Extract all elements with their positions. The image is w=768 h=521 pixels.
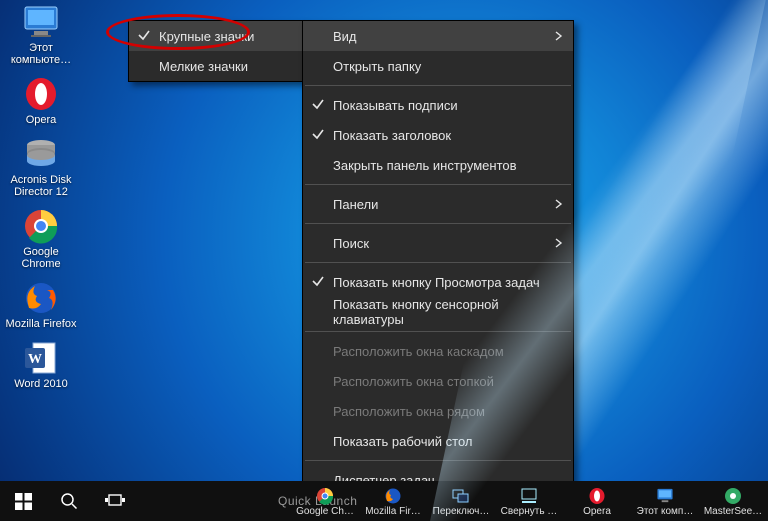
menu-item: Расположить окна рядом [303, 396, 573, 426]
menu-item-label: Закрыть панель инструментов [333, 158, 517, 173]
pc-icon [21, 2, 61, 42]
label: Word 2010 [14, 378, 68, 390]
menu-separator [305, 262, 571, 263]
menu-separator [305, 460, 571, 461]
label: Mozilla Firefox [6, 318, 77, 330]
word-icon: W [21, 338, 61, 378]
menu-item[interactable]: Показывать подписи [303, 90, 573, 120]
check-icon [311, 274, 325, 288]
menu-item[interactable]: Показать кнопку Просмотра задач [303, 267, 573, 297]
check-icon [311, 127, 325, 141]
label: Крупные значки [159, 29, 254, 44]
label: Этот компьюте… [5, 42, 77, 66]
menu-item-label: Расположить окна стопкой [333, 374, 494, 389]
desktop-icon-acronis[interactable]: Acronis Disk Director 12 [4, 132, 78, 200]
opera-icon [587, 486, 607, 506]
desktop-icon-word[interactable]: W Word 2010 [4, 336, 78, 392]
tray-icon[interactable]: Переключ… [430, 486, 492, 517]
menu-separator [305, 184, 571, 185]
context-menu-taskbar: Вид Открыть папку Показывать подписи Показа… [302, 20, 574, 521]
menu-item-label: Расположить окна каскадом [333, 344, 504, 359]
search-icon [60, 492, 78, 510]
submenu-view: Крупные значки Мелкие значки [128, 20, 303, 82]
label: Opera [26, 114, 57, 126]
tray-icon-label: Этот комп… [637, 506, 694, 517]
menu-item[interactable]: Закрыть панель инструментов [303, 150, 573, 180]
chrome-icon [315, 486, 335, 506]
menu-item-label: Панели [333, 197, 378, 212]
menu-item: Расположить окна каскадом [303, 336, 573, 366]
tray-icon[interactable]: Google Ch… [294, 486, 356, 517]
menu-item: Расположить окна стопкой [303, 366, 573, 396]
tray-icon-label: Google Ch… [296, 506, 354, 517]
menu-item[interactable]: Поиск [303, 228, 573, 258]
menu-item-label: Показывать подписи [333, 98, 458, 113]
firefox-icon [21, 278, 61, 318]
windows-logo-icon [15, 493, 32, 510]
tray-icon-label: Mozilla Fir… [365, 506, 421, 517]
menu-item-label: Поиск [333, 236, 369, 251]
switch-icon [451, 486, 471, 506]
tray-icon[interactable]: MasterSee… [702, 486, 764, 517]
min-icon [519, 486, 539, 506]
menu-item[interactable]: Вид [303, 21, 573, 51]
task-view-button[interactable] [92, 481, 138, 521]
label: Мелкие значки [159, 59, 248, 74]
check-icon [311, 97, 325, 111]
label: Acronis Disk Director 12 [5, 174, 77, 198]
opera-icon [21, 74, 61, 114]
chevron-right-icon [555, 238, 563, 248]
menu-item-label: Показать кнопку сенсорной клавиатуры [333, 297, 561, 327]
desktop-icons: Этот компьюте… Opera Acronis Disk Direct… [4, 0, 78, 392]
tray-icon-label: Свернуть … [501, 506, 558, 517]
desktop-icon-firefox[interactable]: Mozilla Firefox [4, 276, 78, 332]
acronis-icon [21, 134, 61, 174]
search-button[interactable] [46, 481, 92, 521]
label: Google Chrome [5, 246, 77, 270]
menu-item-label: Показать рабочий стол [333, 434, 472, 449]
chevron-right-icon [555, 199, 563, 209]
menu-item-label: Вид [333, 29, 357, 44]
submenu-item-large-icons[interactable]: Крупные значки [129, 21, 302, 51]
tray-icon[interactable]: Opera [566, 486, 628, 517]
menu-separator [305, 331, 571, 332]
menu-separator [305, 85, 571, 86]
desktop-icon-this-pc[interactable]: Этот компьюте… [4, 0, 78, 68]
tray-icon[interactable]: Этот комп… [634, 486, 696, 517]
chrome-icon [21, 206, 61, 246]
svg-text:W: W [28, 352, 42, 367]
menu-item[interactable]: Показать кнопку сенсорной клавиатуры [303, 297, 573, 327]
task-view-icon [105, 493, 125, 509]
master-icon [723, 486, 743, 506]
chevron-right-icon [555, 31, 563, 41]
menu-separator [305, 223, 571, 224]
desktop-icon-opera[interactable]: Opera [4, 72, 78, 128]
tray-icon[interactable]: Свернуть … [498, 486, 560, 517]
menu-item[interactable]: Показать заголовок [303, 120, 573, 150]
pc-icon [655, 486, 675, 506]
taskbar-tray: Google Ch… Mozilla Fir… Переключ… Свернуть … [294, 481, 764, 521]
menu-item-label: Расположить окна рядом [333, 404, 485, 419]
taskbar: Quick Launch Google Ch…Mozilla Fir…Перек… [0, 481, 768, 521]
tray-icon-label: Переключ… [433, 506, 490, 517]
submenu-item-small-icons[interactable]: Мелкие значки [129, 51, 302, 81]
check-icon [137, 28, 151, 42]
menu-item[interactable]: Показать рабочий стол [303, 426, 573, 456]
menu-item-label: Показать кнопку Просмотра задач [333, 275, 540, 290]
start-button[interactable] [0, 481, 46, 521]
menu-item[interactable]: Панели [303, 189, 573, 219]
tray-icon-label: MasterSee… [704, 506, 762, 517]
desktop-icon-chrome[interactable]: Google Chrome [4, 204, 78, 272]
firefox-icon [383, 486, 403, 506]
tray-icon-label: Opera [583, 506, 611, 517]
menu-item-label: Показать заголовок [333, 128, 451, 143]
menu-item-label: Открыть папку [333, 59, 421, 74]
menu-item[interactable]: Открыть папку [303, 51, 573, 81]
tray-icon[interactable]: Mozilla Fir… [362, 486, 424, 517]
